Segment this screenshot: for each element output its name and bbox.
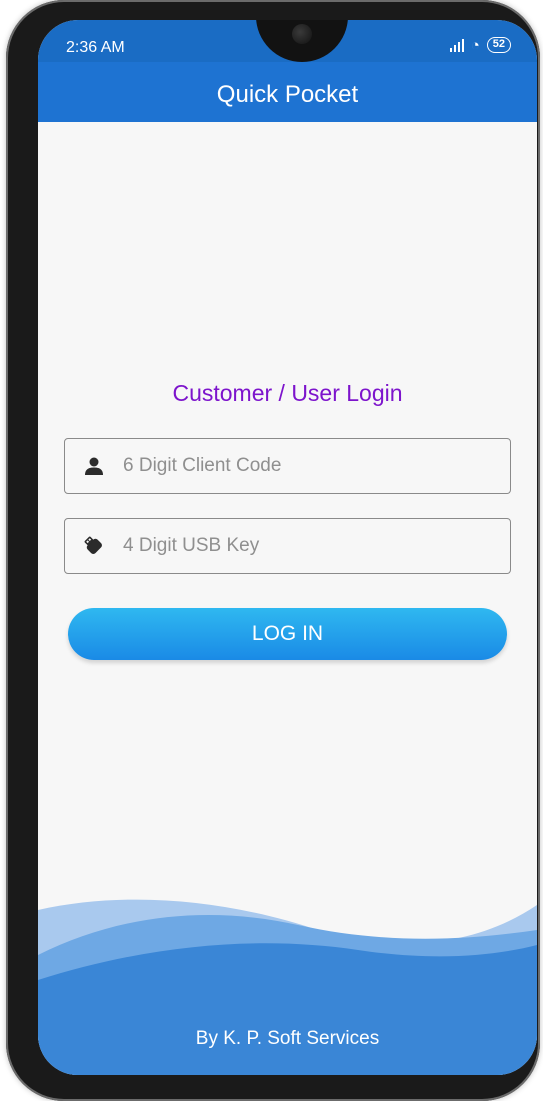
person-icon [65,456,123,476]
wifi-icon: ◔ [470,36,480,54]
footer-credit: By K. P. Soft Services [195,1028,380,1049]
status-time: 2:36 AM [66,39,125,56]
usb-key-icon [65,533,123,559]
app-screen: 2:36 AM ◔ 52 Quick Pocket Customer / Use… [38,20,537,1075]
battery-icon: 52 [486,37,511,53]
signal-icon [449,38,464,52]
app-title: Quick Pocket [216,81,359,108]
usb-key-field[interactable] [64,518,511,574]
usb-key-input[interactable] [123,535,510,557]
app-bar: Quick Pocket [38,62,537,122]
status-icons: ◔ 52 [449,36,511,54]
client-code-field[interactable] [64,438,511,494]
login-button[interactable]: LOG IN [68,608,507,660]
login-heading: Customer / User Login [172,380,403,406]
front-camera [292,24,312,44]
client-code-input[interactable] [123,455,510,477]
phone-frame: 2:36 AM ◔ 52 Quick Pocket Customer / Use… [6,0,540,1101]
